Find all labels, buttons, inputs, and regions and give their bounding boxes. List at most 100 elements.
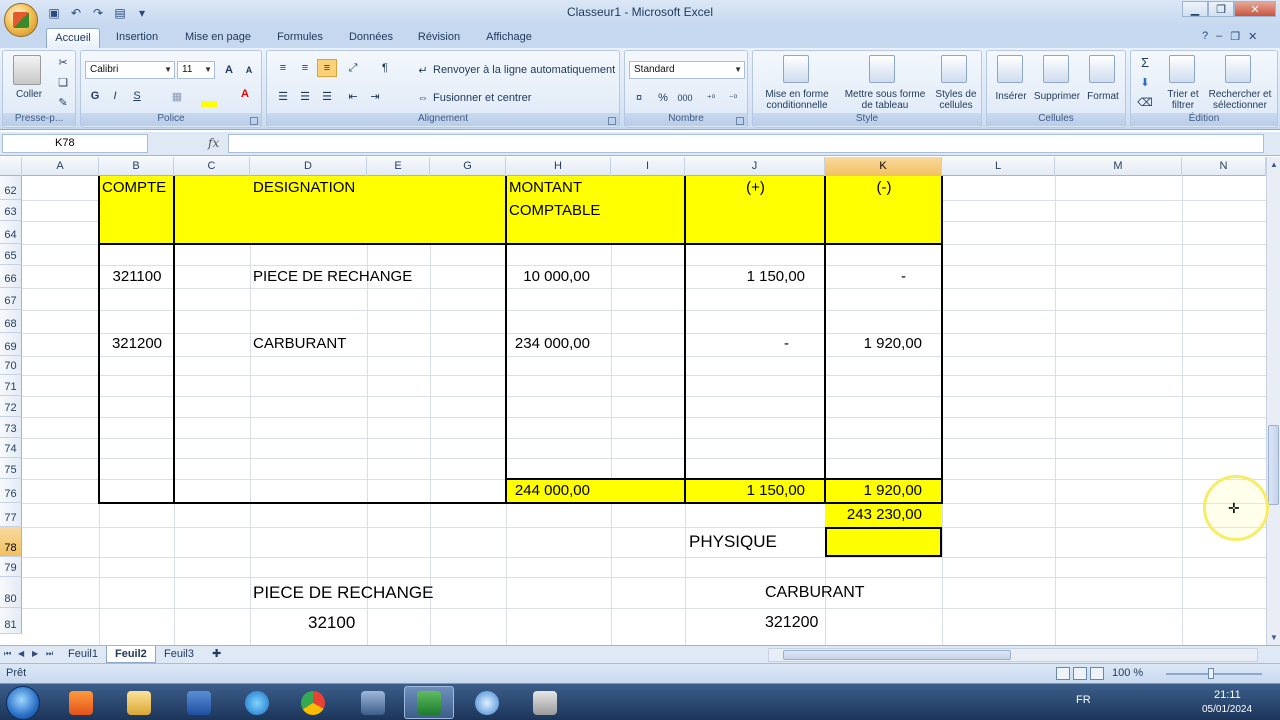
row-header-67[interactable]: 67 <box>0 288 22 310</box>
scroll-up-icon[interactable]: ▲ <box>1270 160 1278 169</box>
insert-sheet-icon[interactable]: ✚ <box>204 646 229 663</box>
format-cells-button[interactable]: Format <box>1083 91 1123 102</box>
tab-affichage[interactable]: Affichage <box>478 28 540 48</box>
insert-function-icon[interactable]: fx <box>208 136 219 150</box>
align-right-icon[interactable]: ☰ <box>317 87 337 105</box>
first-sheet-icon[interactable]: ⏮ <box>4 649 11 659</box>
paste-button[interactable]: Coller <box>7 89 51 100</box>
last-sheet-icon[interactable]: ⏭ <box>46 649 53 659</box>
row-header-70[interactable]: 70 <box>0 356 22 375</box>
row-header-75[interactable]: 75 <box>0 458 22 479</box>
row-header-64[interactable]: 64 <box>0 221 22 244</box>
find-select-button[interactable]: Rechercher et sélectionner <box>1205 89 1275 111</box>
zoom-slider[interactable] <box>1166 673 1262 675</box>
format-painter-icon[interactable]: ✎ <box>53 93 73 111</box>
app-icon[interactable] <box>348 686 398 719</box>
font-color-icon[interactable]: A <box>235 85 255 103</box>
row-header-80[interactable]: 80 <box>0 577 22 608</box>
media-player-icon[interactable] <box>56 686 106 719</box>
horizontal-scroll-thumb[interactable] <box>783 650 1011 660</box>
increase-indent-icon[interactable]: ⇥ <box>365 87 385 105</box>
help-icon[interactable]: ? <box>1202 30 1208 43</box>
bold-icon[interactable]: G <box>85 87 105 105</box>
row-header-72[interactable]: 72 <box>0 396 22 417</box>
fill-icon[interactable]: ⬇ <box>1135 73 1155 91</box>
align-middle-icon[interactable]: ≡ <box>295 59 315 77</box>
tab-accueil[interactable]: Accueil <box>46 28 100 48</box>
row-header-73[interactable]: 73 <box>0 417 22 438</box>
conditional-format-button[interactable]: Mise en forme conditionnelle <box>759 89 835 111</box>
row-header-69[interactable]: 69 <box>0 333 22 356</box>
clear-icon[interactable]: ⌫ <box>1135 93 1155 111</box>
cell-styles-button[interactable]: Styles de cellules <box>931 89 981 111</box>
font-size-select[interactable]: 11 ▼ <box>177 61 215 79</box>
excel-icon[interactable] <box>404 686 454 719</box>
orientation-icon[interactable]: ⤢ <box>343 59 363 77</box>
close-workbook-icon[interactable]: ✕ <box>1248 30 1257 43</box>
row-header-76[interactable]: 76 <box>0 479 22 503</box>
column-header-l[interactable]: L <box>942 157 1055 176</box>
close-button[interactable]: ✕ <box>1234 1 1276 17</box>
tab-formules[interactable]: Formules <box>270 28 330 48</box>
row-header-74[interactable]: 74 <box>0 438 22 458</box>
shrink-font-icon[interactable]: A <box>239 61 259 79</box>
column-header-h[interactable]: H <box>506 157 611 176</box>
formula-input[interactable] <box>228 134 1264 153</box>
thousands-icon[interactable]: 000 <box>675 89 695 107</box>
minimize-button[interactable]: ▁ <box>1182 1 1208 17</box>
row-header-77[interactable]: 77 <box>0 503 22 527</box>
column-header-c[interactable]: C <box>174 157 250 176</box>
align-top-icon[interactable]: ≡ <box>273 59 293 77</box>
select-all-button[interactable] <box>0 157 22 176</box>
row-header-71[interactable]: 71 <box>0 375 22 396</box>
vertical-scroll-thumb[interactable] <box>1268 425 1279 505</box>
column-header-n[interactable]: N <box>1182 157 1266 176</box>
column-header-e[interactable]: E <box>367 157 430 176</box>
text-direction-icon[interactable]: ¶ <box>375 59 395 77</box>
clock-date[interactable]: 05/01/2024 <box>1202 704 1252 715</box>
align-left-icon[interactable]: ☰ <box>273 87 293 105</box>
column-header-j[interactable]: J <box>685 157 825 176</box>
language-indicator[interactable]: FR <box>1076 694 1091 706</box>
clock-time[interactable]: 21:11 <box>1214 689 1241 701</box>
fill-color-icon[interactable] <box>201 101 217 107</box>
grow-font-icon[interactable]: A <box>219 61 239 79</box>
sheet-tab-feuil3[interactable]: Feuil3 <box>156 646 202 663</box>
row-header-62[interactable]: 62 <box>0 176 22 200</box>
number-format-select[interactable]: Standard ▼ <box>629 61 745 79</box>
name-box[interactable]: K78 <box>2 134 148 153</box>
row-header-79[interactable]: 79 <box>0 557 22 577</box>
copy-icon[interactable]: ❏ <box>53 73 73 91</box>
office-button[interactable] <box>4 3 38 37</box>
tab-insertion[interactable]: Insertion <box>108 28 166 48</box>
row-header-78[interactable]: 78 <box>0 527 22 557</box>
page-break-view-icon[interactable] <box>1090 667 1104 680</box>
column-header-a[interactable]: A <box>22 157 99 176</box>
decrease-indent-icon[interactable]: ⇤ <box>343 87 363 105</box>
insert-cells-button[interactable]: Insérer <box>991 91 1031 102</box>
underline-icon[interactable]: S <box>127 87 147 105</box>
zoom-level[interactable]: 100 % <box>1112 667 1143 679</box>
next-sheet-icon[interactable]: ▶ <box>32 649 38 658</box>
font-name-select[interactable]: Calibri ▼ <box>85 61 175 79</box>
tab-donnees[interactable]: Données <box>342 28 400 48</box>
percent-icon[interactable]: % <box>653 89 673 107</box>
italic-icon[interactable]: I <box>105 87 125 105</box>
scroll-down-icon[interactable]: ▼ <box>1270 633 1278 642</box>
delete-cells-button[interactable]: Supprimer <box>1031 91 1083 102</box>
tab-mise-en-page[interactable]: Mise en page <box>178 28 258 48</box>
column-header-g[interactable]: G <box>430 157 506 176</box>
borders-icon[interactable]: ▦ <box>167 87 187 105</box>
row-header-68[interactable]: 68 <box>0 310 22 333</box>
align-bottom-icon[interactable]: ≡ <box>317 59 337 77</box>
normal-view-icon[interactable] <box>1056 667 1070 680</box>
column-header-i[interactable]: I <box>611 157 685 176</box>
paste-icon[interactable] <box>13 55 41 85</box>
column-header-d[interactable]: D <box>250 157 367 176</box>
autosum-icon[interactable]: Σ <box>1135 53 1155 71</box>
decrease-decimal-icon[interactable]: ⁻⁰ <box>723 89 743 107</box>
vertical-scrollbar[interactable]: ▲ ▼ <box>1266 157 1280 645</box>
internet-explorer-icon[interactable] <box>232 686 282 719</box>
row-header-63[interactable]: 63 <box>0 200 22 221</box>
start-button[interactable] <box>6 686 40 720</box>
